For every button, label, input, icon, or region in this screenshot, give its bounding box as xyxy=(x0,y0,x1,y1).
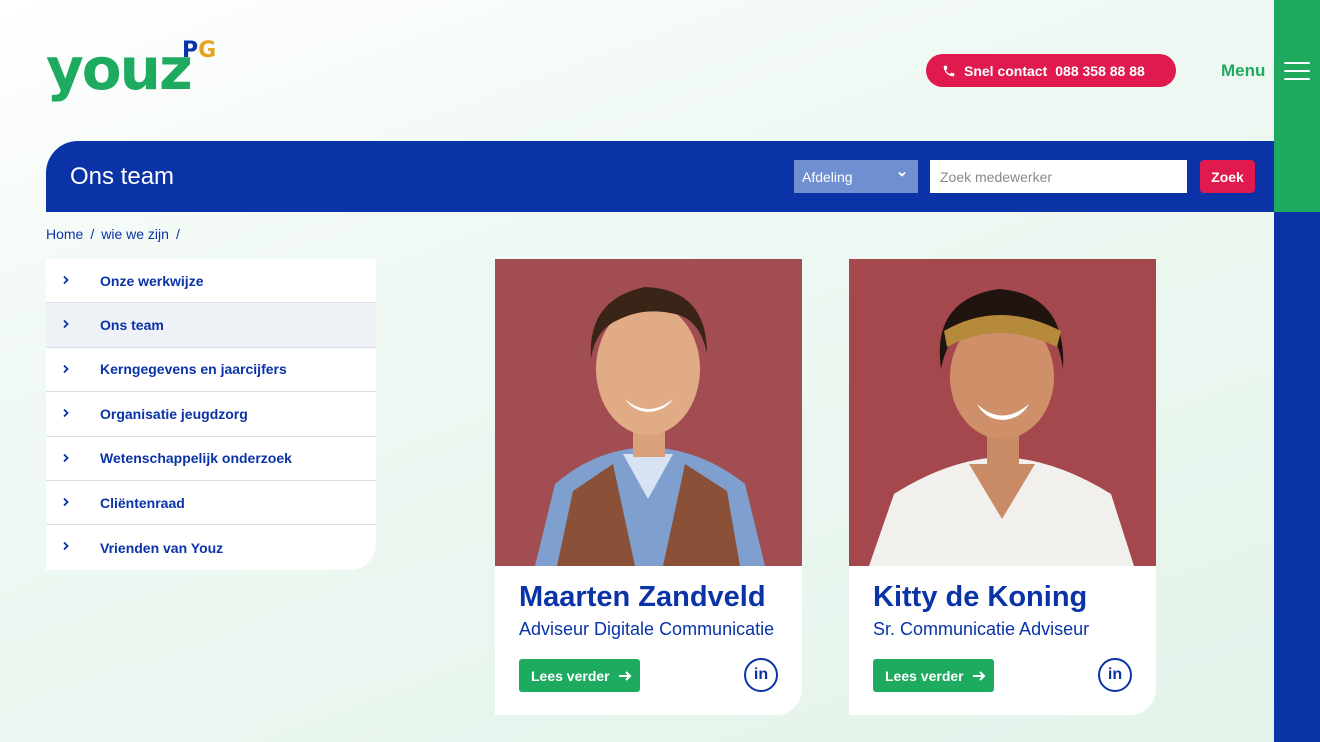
employee-search-input[interactable] xyxy=(930,160,1187,193)
contact-label: Snel contact xyxy=(964,62,1048,79)
sidebar-item-label: Onze werkwijze xyxy=(100,272,204,289)
sidebar-item-organisatie-jeugdzorg[interactable]: Organisatie jeugdzorg xyxy=(46,392,376,437)
chevron-right-icon xyxy=(63,275,69,285)
sidebar-item-label: Kerngegevens en jaarcijfers xyxy=(100,361,287,378)
logo-text: youz xyxy=(46,35,193,103)
chevron-right-icon xyxy=(63,364,69,373)
breadcrumb: Home / wie we zijn / xyxy=(46,226,180,242)
linkedin-icon[interactable]: in xyxy=(744,658,778,692)
youz-logo[interactable]: youz PG xyxy=(46,40,216,102)
contact-phone: 088 358 88 88 xyxy=(1055,62,1145,79)
department-select-value: Afdeling xyxy=(802,168,853,185)
sidebar-item-label: Vrienden van Youz xyxy=(100,539,224,556)
chevron-right-icon xyxy=(63,320,69,329)
read-more-label: Lees verder xyxy=(531,667,610,684)
snel-contact-button[interactable]: Snel contact 088 358 88 88 xyxy=(926,54,1176,87)
team-member-role: Sr. Communicatie Adviseur xyxy=(873,619,1090,639)
sidebar-item-label: Cliëntenraad xyxy=(100,494,185,511)
breadcrumb-home[interactable]: Home xyxy=(46,226,83,242)
sidebar-item-wetenschappelijk-onderzoek[interactable]: Wetenschappelijk onderzoek xyxy=(46,437,376,481)
side-stripe-blue xyxy=(1274,212,1320,742)
search-button[interactable]: Zoek xyxy=(1200,160,1255,193)
breadcrumb-separator: / xyxy=(175,226,180,242)
side-navigation: Onze werkwijze Ons team Kerngegevens en … xyxy=(46,259,376,570)
sidebar-item-onze-werkwijze[interactable]: Onze werkwijze xyxy=(46,259,376,304)
sidebar-item-kerngegevens[interactable]: Kerngegevens en jaarcijfers xyxy=(46,348,376,393)
chevron-right-icon xyxy=(63,497,69,507)
team-member-card: Maarten Zandveld Adviseur Digitale Commu… xyxy=(495,259,802,715)
breadcrumb-wie-we-zijn[interactable]: wie we zijn xyxy=(101,226,169,242)
logo-pg-badge: PG xyxy=(182,38,217,63)
page-title: Ons team xyxy=(70,163,175,190)
arrow-right-icon xyxy=(972,670,986,681)
read-more-button[interactable]: Lees verder xyxy=(873,659,994,692)
chevron-right-icon xyxy=(63,542,69,551)
team-member-card: Kitty de Koning Sr. Communicatie Adviseu… xyxy=(849,259,1156,715)
chevron-right-icon xyxy=(63,453,69,462)
phone-icon xyxy=(943,65,955,76)
arrow-right-icon xyxy=(618,670,632,681)
sidebar-item-ons-team[interactable]: Ons team xyxy=(46,303,376,348)
team-member-name: Maarten Zandveld xyxy=(519,581,766,613)
sidebar-item-clientenraad[interactable]: Cliëntenraad xyxy=(46,481,376,526)
chevron-right-icon xyxy=(63,409,69,418)
linkedin-icon[interactable]: in xyxy=(1098,658,1132,692)
breadcrumb-separator: / xyxy=(90,226,95,242)
page-header-bar: Ons team Afdeling Zoek xyxy=(46,141,1274,212)
team-member-photo xyxy=(849,259,1156,566)
team-member-role: Adviseur Digitale Communicatie xyxy=(519,619,775,639)
side-stripe-green xyxy=(1274,0,1320,212)
hamburger-menu-icon[interactable] xyxy=(1284,62,1310,80)
sidebar-item-vrienden-van-youz[interactable]: Vrienden van Youz xyxy=(46,525,376,569)
read-more-label: Lees verder xyxy=(885,667,964,684)
team-member-photo xyxy=(495,259,802,566)
chevron-down-icon xyxy=(898,171,906,177)
sidebar-item-label: Wetenschappelijk onderzoek xyxy=(100,450,292,467)
read-more-button[interactable]: Lees verder xyxy=(519,659,640,692)
sidebar-item-label: Ons team xyxy=(100,317,164,334)
department-select[interactable]: Afdeling xyxy=(794,160,918,193)
team-member-name: Kitty de Koning xyxy=(873,581,1088,613)
sidebar-item-label: Organisatie jeugdzorg xyxy=(100,405,248,422)
menu-label[interactable]: Menu xyxy=(1221,61,1265,81)
